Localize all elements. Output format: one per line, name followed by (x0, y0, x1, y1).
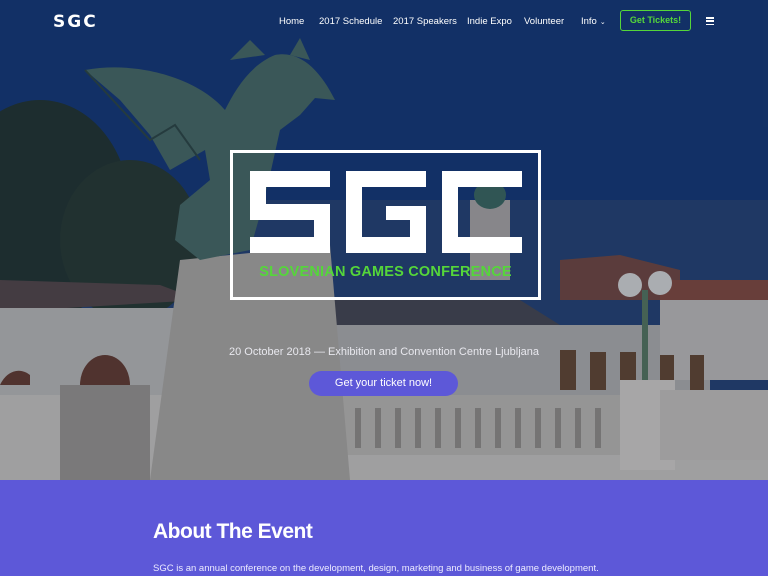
site-logo[interactable]: SGC (53, 12, 98, 32)
chevron-down-icon: ⌄ (599, 19, 606, 26)
event-date-location: 20 October 2018 — Exhibition and Convent… (228, 346, 540, 358)
get-ticket-button[interactable]: Get your ticket now! (309, 371, 458, 396)
top-navigation: SGC Home 2017 Schedule 2017 Speakers Ind… (0, 0, 768, 44)
nav-item-2017-speakers[interactable]: 2017 Speakers (393, 16, 457, 27)
about-title: About The Event (153, 520, 313, 543)
nav-item-info[interactable]: Info ⌄ (581, 16, 606, 27)
nav-item-indie-expo[interactable]: Indie Expo (467, 16, 512, 27)
conference-subtitle: SLOVENIAN GAMES CONFERENCE (259, 264, 512, 280)
nav-item-info-label: Info (581, 16, 597, 27)
hamburger-icon[interactable] (706, 17, 714, 26)
sgc-logo-letters-icon (250, 171, 522, 253)
about-section: About The Event SGC is an annual confere… (0, 480, 768, 576)
nav-item-2017-schedule[interactable]: 2017 Schedule (319, 16, 382, 27)
conference-logo: SLOVENIAN GAMES CONFERENCE (230, 150, 541, 300)
nav-item-home[interactable]: Home (279, 16, 304, 27)
get-tickets-button[interactable]: Get Tickets! (620, 10, 691, 31)
nav-item-volunteer[interactable]: Volunteer (524, 16, 564, 27)
hero-section: SGC Home 2017 Schedule 2017 Speakers Ind… (0, 0, 768, 480)
about-description: SGC is an annual conference on the devel… (153, 563, 599, 574)
